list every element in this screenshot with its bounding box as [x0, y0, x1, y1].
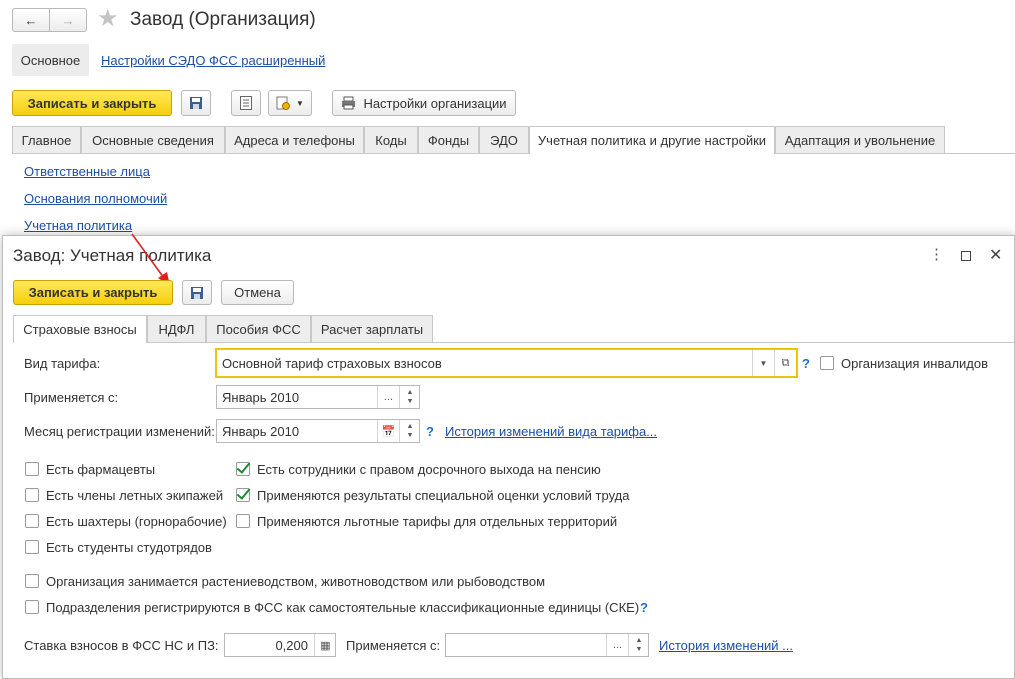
- preferential-tariffs-label: Применяются льготные тарифы для отдельны…: [257, 514, 618, 529]
- calendar-icon[interactable]: 📅: [377, 420, 399, 442]
- units-checkbox[interactable]: [25, 600, 39, 614]
- maximize-icon[interactable]: [961, 251, 971, 261]
- tab-adaptation[interactable]: Адаптация и увольнение: [775, 126, 945, 153]
- document-list-icon: [240, 96, 252, 110]
- pharmacists-label: Есть фармацевты: [46, 462, 156, 477]
- tariff-label: Вид тарифа:: [24, 356, 101, 371]
- rate-field[interactable]: 0,200 ▦: [224, 633, 336, 657]
- rate-history-link[interactable]: История изменений ...: [659, 638, 793, 653]
- dialog-title: Завод: Учетная политика: [13, 246, 212, 265]
- dialog-tabs: Страховые взносы НДФЛ Пособия ФСС Расчет…: [13, 315, 1015, 343]
- tab-main[interactable]: Главное: [12, 126, 81, 153]
- rate-value: 0,200: [275, 638, 308, 653]
- open-icon[interactable]: ⧉: [774, 350, 796, 376]
- favorite-star-icon[interactable]: ★: [97, 6, 119, 32]
- miners-label: Есть шахтеры (горнорабочие): [46, 514, 227, 529]
- agriculture-checkbox[interactable]: [25, 574, 39, 588]
- list-button[interactable]: [231, 90, 261, 116]
- students-checkbox[interactable]: [25, 540, 39, 554]
- main-tabs: Главное Основные сведения Адреса и телеф…: [12, 126, 1015, 154]
- calculator-icon[interactable]: ▦: [314, 634, 336, 656]
- back-button[interactable]: ←: [12, 8, 50, 32]
- link-authority[interactable]: Основания полномочий: [24, 191, 167, 206]
- nav-link-sedo[interactable]: Настройки СЭДО ФСС расширенный: [101, 53, 325, 68]
- spinner-icon[interactable]: ▲ ▼: [399, 420, 420, 442]
- rate-applies-field[interactable]: ... ▲ ▼: [445, 633, 649, 657]
- spinner-icon[interactable]: ▲ ▼: [628, 634, 649, 656]
- ellipsis-icon[interactable]: ...: [377, 386, 399, 408]
- early-retirement-label: Есть сотрудники с правом досрочного выхо…: [257, 462, 601, 477]
- tab-ndfl[interactable]: НДФЛ: [147, 315, 206, 342]
- link-accounting-policy[interactable]: Учетная политика: [24, 218, 132, 233]
- dialog-cancel-button[interactable]: Отмена: [221, 280, 294, 305]
- tab-codes[interactable]: Коды: [364, 126, 418, 153]
- spinner-icon[interactable]: ▲ ▼: [399, 386, 420, 408]
- arrow-left-icon: ←: [24, 12, 38, 28]
- tariff-select[interactable]: Основной тариф страховых взносов ▼ ⧉: [215, 348, 798, 378]
- more-menu-icon[interactable]: ⋮: [929, 247, 944, 263]
- close-icon[interactable]: ✕: [989, 247, 1002, 264]
- miners-checkbox[interactable]: [25, 514, 39, 528]
- printer-icon: [342, 96, 356, 110]
- applies-from-field[interactable]: Январь 2010 ... ▲ ▼: [216, 385, 420, 409]
- tab-funds[interactable]: Фонды: [418, 126, 479, 153]
- flight-crew-label: Есть члены летных экипажей: [46, 488, 224, 503]
- dialog-save-button[interactable]: [182, 280, 212, 305]
- dialog-save-close-button[interactable]: Записать и закрыть: [13, 280, 173, 305]
- save-button[interactable]: [181, 90, 211, 116]
- dropdown-arrow-icon[interactable]: ▼: [752, 350, 774, 376]
- main-tabs-baseline: [12, 153, 1015, 154]
- window-title: Завод (Организация): [130, 9, 316, 30]
- applies-from-value: Январь 2010: [222, 390, 300, 405]
- reg-month-field[interactable]: Январь 2010 📅 ▲ ▼: [216, 419, 420, 443]
- document-gear-icon: [276, 96, 291, 110]
- rate-label: Ставка взносов в ФСС НС и ПЗ:: [24, 638, 219, 653]
- pharmacists-checkbox[interactable]: [25, 462, 39, 476]
- tab-edo[interactable]: ЭДО: [479, 126, 529, 153]
- students-label: Есть студенты студотрядов: [46, 540, 212, 555]
- reg-month-value: Январь 2010: [222, 424, 300, 439]
- chevron-down-icon: ▼: [296, 98, 304, 108]
- applies-from-label: Применяется с:: [24, 390, 119, 405]
- create-based-on-button[interactable]: ▼: [268, 90, 312, 116]
- preferential-tariffs-checkbox[interactable]: [236, 514, 250, 528]
- dialog-tabs-baseline: [13, 342, 1015, 343]
- tariff-history-link[interactable]: История изменений вида тарифа...: [445, 424, 657, 439]
- ellipsis-icon[interactable]: ...: [606, 634, 628, 656]
- special-assessment-label: Применяются результаты специальной оценк…: [257, 488, 630, 503]
- floppy-icon: [191, 286, 203, 299]
- tab-basic-info[interactable]: Основные сведения: [81, 126, 225, 153]
- org-settings-label: Настройки организации: [363, 95, 507, 111]
- agriculture-label: Организация занимается растениеводством,…: [46, 574, 546, 589]
- flight-crew-checkbox[interactable]: [25, 488, 39, 502]
- link-responsible[interactable]: Ответственные лица: [24, 164, 150, 179]
- special-assessment-checkbox[interactable]: [236, 488, 250, 502]
- reg-month-label: Месяц регистрации изменений:: [24, 424, 215, 439]
- arrow-right-icon: →: [61, 12, 75, 28]
- tariff-value: Основной тариф страховых взносов: [222, 356, 442, 371]
- nav-main[interactable]: Основное: [12, 44, 89, 76]
- reg-help-icon[interactable]: ?: [426, 424, 434, 439]
- floppy-icon: [190, 97, 202, 109]
- rate-applies-label: Применяется с:: [346, 638, 441, 653]
- invalid-org-checkbox[interactable]: [820, 356, 834, 370]
- units-help-icon[interactable]: ?: [640, 600, 648, 615]
- tab-fss-benefits[interactable]: Пособия ФСС: [206, 315, 311, 342]
- forward-button[interactable]: →: [49, 8, 87, 32]
- tab-insurance[interactable]: Страховые взносы: [13, 315, 147, 343]
- org-settings-button[interactable]: Настройки организации: [332, 90, 516, 116]
- invalid-org-label: Организация инвалидов: [841, 356, 989, 371]
- tariff-help-icon[interactable]: ?: [802, 356, 810, 371]
- tab-payroll[interactable]: Расчет зарплаты: [311, 315, 433, 342]
- units-label: Подразделения регистрируются в ФСС как с…: [46, 600, 640, 615]
- early-retirement-checkbox[interactable]: [236, 462, 250, 476]
- tab-addresses[interactable]: Адреса и телефоны: [225, 126, 364, 153]
- tab-accounting-policy[interactable]: Учетная политика и другие настройки: [529, 126, 775, 154]
- save-close-button[interactable]: Записать и закрыть: [12, 90, 172, 116]
